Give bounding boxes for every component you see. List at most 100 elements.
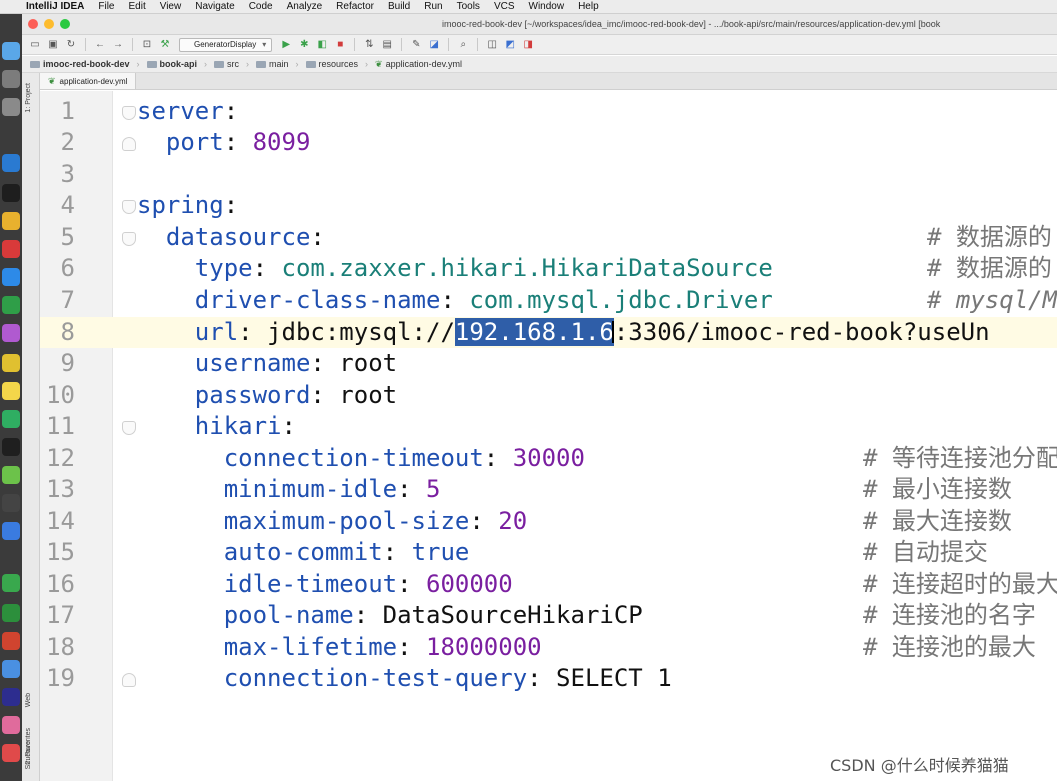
app-store-icon[interactable]: [2, 268, 20, 286]
code-line[interactable]: 12 connection-timeout: 30000 # 等待连接池分配: [40, 443, 1057, 474]
app-blue-icon[interactable]: [2, 522, 20, 540]
open-folder-icon[interactable]: ▭: [28, 38, 42, 52]
project-structure-icon[interactable]: ▤: [380, 38, 394, 52]
fold-end-icon[interactable]: [122, 137, 136, 151]
code-line[interactable]: 9 username: root: [40, 348, 1057, 379]
menu-build[interactable]: Build: [388, 1, 410, 12]
code-line[interactable]: 19 connection-test-query: SELECT 1: [40, 663, 1057, 694]
code-line[interactable]: 16 idle-timeout: 600000 # 连接超时的最大: [40, 569, 1057, 600]
menu-navigate[interactable]: Navigate: [195, 1, 234, 12]
code-line[interactable]: 14 maximum-pool-size: 20 # 最大连接数: [40, 506, 1057, 537]
menu-analyze[interactable]: Analyze: [287, 1, 323, 12]
translate-icon[interactable]: ◩: [503, 38, 517, 52]
menu-code[interactable]: Code: [249, 1, 273, 12]
fold-end-icon[interactable]: [122, 673, 136, 687]
fold-open-icon[interactable]: [122, 421, 136, 435]
tab-application-dev-yml[interactable]: ❦ application-dev.yml: [40, 73, 137, 89]
finder-icon[interactable]: [2, 42, 20, 60]
notes-icon[interactable]: [2, 382, 20, 400]
code-line[interactable]: 2 port: 8099: [40, 127, 1057, 158]
app-color-icon[interactable]: [2, 716, 20, 734]
fold-open-icon[interactable]: [122, 106, 136, 120]
app-red2-icon[interactable]: [2, 632, 20, 650]
menu-file[interactable]: File: [98, 1, 114, 12]
breadcrumb-main[interactable]: main: [256, 59, 289, 69]
sync-icon[interactable]: ↻: [64, 38, 78, 52]
code-line[interactable]: 17 pool-name: DataSourceHikariCP # 连接池的名…: [40, 600, 1057, 631]
project-tool-button[interactable]: 1: Project: [25, 83, 32, 113]
menu-refactor[interactable]: Refactor: [336, 1, 374, 12]
breadcrumb-module[interactable]: book-api: [146, 59, 197, 69]
sdk-icon[interactable]: ◪: [427, 38, 441, 52]
menu-edit[interactable]: Edit: [128, 1, 145, 12]
breadcrumb-src[interactable]: src: [214, 59, 239, 69]
code-line[interactable]: 1 server:: [40, 96, 1057, 127]
code-line[interactable]: 18 max-lifetime: 18000000 # 连接池的最大: [40, 632, 1057, 663]
code-line[interactable]: 10 password: root: [40, 380, 1057, 411]
coverage-icon[interactable]: ◧: [315, 38, 329, 52]
structure-tool-button[interactable]: Structure: [25, 741, 32, 769]
breadcrumb-file[interactable]: ❦ application-dev.yml: [375, 59, 462, 70]
close-window-button[interactable]: [28, 19, 38, 29]
preferences-icon[interactable]: [2, 98, 20, 116]
tasks-icon[interactable]: ◫: [485, 38, 499, 52]
app-green-icon[interactable]: [2, 410, 20, 428]
minimize-window-button[interactable]: [44, 19, 54, 29]
app-dark-icon[interactable]: [2, 494, 20, 512]
selected-text[interactable]: 192.168.1.6: [454, 318, 614, 346]
code-line[interactable]: 4 spring:: [40, 190, 1057, 221]
app-yellow-icon[interactable]: [2, 354, 20, 372]
launchpad-icon[interactable]: [2, 70, 20, 88]
plugin-icon[interactable]: ◨: [521, 38, 535, 52]
forward-icon[interactable]: →: [111, 38, 125, 52]
breadcrumb-project[interactable]: imooc-red-book-dev: [30, 59, 130, 69]
stop-icon[interactable]: ■: [333, 38, 347, 52]
app-gradient-icon[interactable]: [2, 324, 20, 342]
app-last-icon[interactable]: [2, 744, 20, 762]
app-play-icon[interactable]: [2, 574, 20, 592]
intellij-icon[interactable]: [2, 438, 20, 456]
menu-run[interactable]: Run: [424, 1, 442, 12]
folder-icon: [146, 60, 157, 68]
evernote-icon[interactable]: [2, 296, 20, 314]
fold-open-icon[interactable]: [122, 232, 136, 246]
app-multi-icon[interactable]: [2, 660, 20, 678]
app-red-icon[interactable]: [2, 240, 20, 258]
app-green2-icon[interactable]: [2, 604, 20, 622]
app-media-icon[interactable]: [2, 688, 20, 706]
breadcrumb-resources[interactable]: resources: [305, 59, 358, 69]
menu-vcs[interactable]: VCS: [494, 1, 515, 12]
menu-help[interactable]: Help: [578, 1, 599, 12]
menu-view[interactable]: View: [160, 1, 182, 12]
menu-app-name[interactable]: IntelliJ IDEA: [26, 1, 84, 12]
code-editor[interactable]: 1 server: 2 port: 8099 3 4 spring: 5 dat…: [40, 91, 1057, 781]
vscode-icon[interactable]: [2, 154, 20, 172]
code-line[interactable]: 5 datasource: # 数据源的: [40, 222, 1057, 253]
menu-tools[interactable]: Tools: [457, 1, 480, 12]
chrome-icon[interactable]: [2, 212, 20, 230]
code-line[interactable]: 15 auto-commit: true # 自动提交: [40, 537, 1057, 568]
code-line[interactable]: 7 driver-class-name: com.mysql.jdbc.Driv…: [40, 285, 1057, 316]
build-hammer-icon[interactable]: ⚒: [158, 38, 172, 52]
code-line[interactable]: 6 type: com.zaxxer.hikari.HikariDataSour…: [40, 253, 1057, 284]
code-line[interactable]: 11 hikari:: [40, 411, 1057, 442]
select-target-icon[interactable]: ⊡: [140, 38, 154, 52]
app-lime-icon[interactable]: [2, 466, 20, 484]
code-line[interactable]: 3: [40, 159, 1057, 190]
vcs-update-icon[interactable]: ⇅: [362, 38, 376, 52]
menu-window[interactable]: Window: [529, 1, 565, 12]
run-configuration-select[interactable]: GeneratorDisplay: [179, 37, 273, 52]
code-line[interactable]: 13 minimum-idle: 5 # 最小连接数: [40, 474, 1057, 505]
code-line-current[interactable]: 8 url: jdbc:mysql://192.168.1.6:3306/imo…: [40, 317, 1057, 348]
back-icon[interactable]: ←: [93, 38, 107, 52]
run-icon[interactable]: ▶: [279, 38, 293, 52]
yaml-file-icon: ❦: [48, 75, 56, 86]
fold-open-icon[interactable]: [122, 200, 136, 214]
save-icon[interactable]: ▣: [46, 38, 60, 52]
debug-icon[interactable]: ✱: [297, 38, 311, 52]
settings-wrench-icon[interactable]: ✎: [409, 38, 423, 52]
web-tool-button[interactable]: Web: [25, 693, 32, 707]
search-icon[interactable]: ⌕: [456, 38, 470, 52]
terminal-icon[interactable]: [2, 184, 20, 202]
zoom-window-button[interactable]: [60, 19, 70, 29]
